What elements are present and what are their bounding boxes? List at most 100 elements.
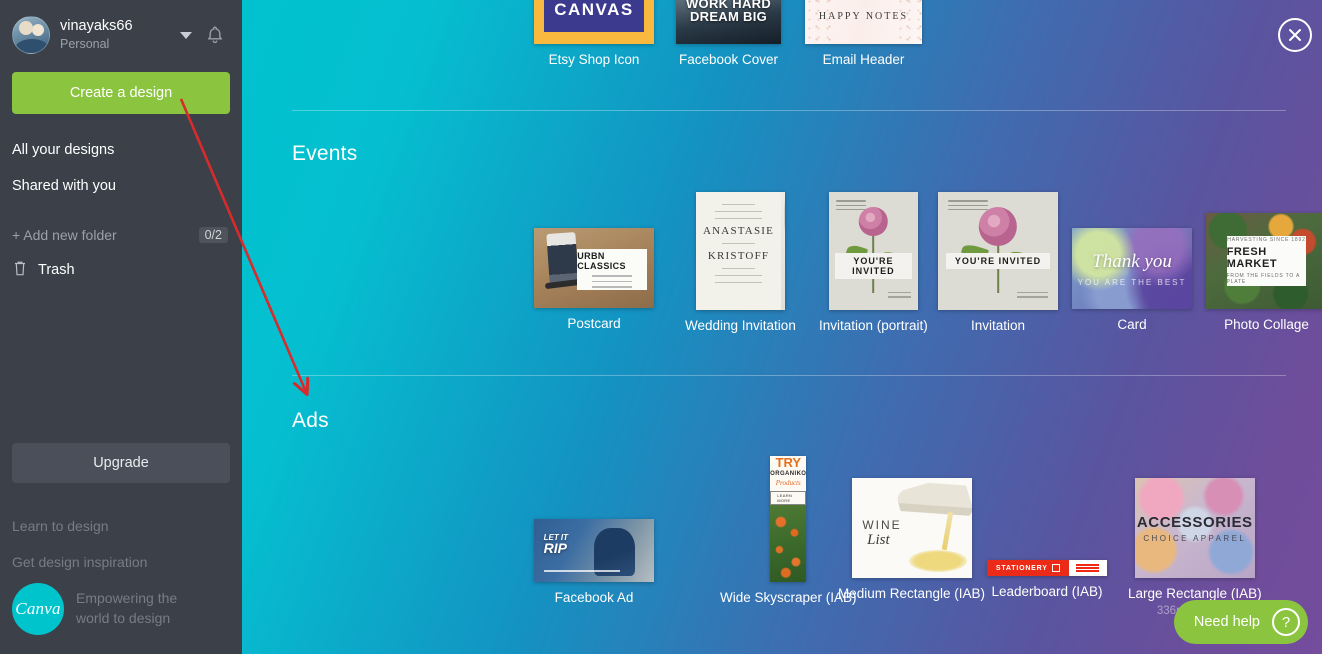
- canva-brand-row: Canva Empowering the world to design: [0, 583, 189, 635]
- wedding-left: ANASTASIE KRISTOFF: [696, 192, 781, 310]
- notification-bell-icon[interactable]: [206, 25, 224, 45]
- question-mark-icon: ?: [1272, 608, 1300, 636]
- wedding-rule: [715, 275, 762, 277]
- link-learn-to-design[interactable]: Learn to design: [0, 508, 242, 544]
- template-tile-facebook-cover[interactable]: WORK HARD DREAM BIG Facebook Cover: [676, 0, 781, 67]
- tile-label: Invitation (portrait): [819, 318, 928, 333]
- wedding-marble-panel: [781, 192, 785, 310]
- close-icon[interactable]: [1278, 18, 1312, 52]
- postcard-rule: [591, 275, 633, 277]
- tile-label: Email Header: [822, 52, 905, 67]
- tile-label: Postcard: [567, 316, 621, 331]
- thumbnail: LET IT RIP: [534, 519, 654, 582]
- template-browser: CANVAS Etsy Shop Icon WORK HARD DREAM BI…: [242, 0, 1322, 654]
- wedding-rule: [722, 268, 755, 270]
- thumb-art-invitation: YOU'RE INVITED: [938, 192, 1058, 310]
- fbcover-line2: DREAM BIG: [689, 9, 768, 24]
- folder-count-badge: 0/2: [198, 227, 228, 243]
- section-divider: [292, 375, 1286, 376]
- add-new-folder-row[interactable]: + Add new folder 0/2: [0, 218, 242, 252]
- collage-bottom-text: FROM THE FIELDS TO A PLATE: [1226, 273, 1300, 285]
- thumb-art-etsy: CANVAS: [534, 0, 654, 44]
- sidebar: vinayaks66 Personal Create a design All …: [0, 0, 242, 654]
- user-account-row[interactable]: vinayaks66 Personal: [0, 0, 242, 58]
- sidebar-item-all-your-designs[interactable]: All your designs: [0, 132, 242, 168]
- wedding-rule: [722, 243, 755, 245]
- tile-label: Wide Skyscraper (IAB): [720, 590, 857, 605]
- create-a-design-button[interactable]: Create a design: [12, 72, 230, 114]
- upgrade-section: Upgrade: [0, 443, 242, 483]
- sky-text-2: ORGANIKO: [770, 471, 807, 477]
- link-get-design-inspiration[interactable]: Get design inspiration: [0, 544, 242, 580]
- template-tile-medium-rectangle[interactable]: WINE List Medium Rectangle (IAB): [838, 478, 985, 601]
- wedding-name-1: ANASTASIE: [703, 225, 775, 238]
- thumbnail: CANVAS: [534, 0, 654, 44]
- template-tile-photo-collage[interactable]: HARVESTING SINCE 1892 FRESH MARKET FROM …: [1206, 213, 1322, 332]
- template-tile-card[interactable]: Thank you YOU ARE THE BEST Card: [1072, 228, 1192, 332]
- template-tile-leaderboard[interactable]: STATIONERY Leaderboard (IAB): [987, 560, 1107, 599]
- sidebar-footer-links: Learn to design Get design inspiration: [0, 508, 242, 580]
- tile-label: Invitation: [970, 318, 1026, 333]
- thumb-art-facebook-ad: LET IT RIP: [534, 519, 654, 582]
- tile-label: Medium Rectangle (IAB): [838, 586, 986, 601]
- rose-footer-lines: [887, 292, 911, 300]
- etsy-plate: CANVAS: [543, 0, 645, 33]
- template-tile-etsy-shop-icon[interactable]: CANVAS Etsy Shop Icon: [534, 0, 654, 67]
- postcard-card: URBN CLASSICS: [577, 248, 647, 291]
- thumbnail: YOU'RE INVITED: [828, 192, 918, 310]
- thumbnail: Thank you YOU ARE THE BEST: [1072, 228, 1192, 309]
- thumbnail: WINE List: [851, 478, 972, 578]
- chevron-down-icon[interactable]: [180, 31, 192, 39]
- user-meta: vinayaks66 Personal: [60, 18, 180, 51]
- leaderboard-white-panel: [1068, 560, 1107, 576]
- thumb-art-large-rectangle: ACCESSORIES CHOICE APPAREL: [1134, 478, 1255, 578]
- wedding-name-2: KRISTOFF: [707, 250, 770, 263]
- leaderboard-red-bar: STATIONERY: [987, 560, 1069, 576]
- thumb-art-email-header: HAPPY NOTES: [805, 0, 922, 44]
- canva-logo-icon: Canva: [12, 583, 64, 635]
- etsy-text: CANVAS: [554, 0, 634, 19]
- template-tile-invitation[interactable]: YOU'RE INVITED Invitation: [938, 192, 1058, 333]
- tile-label: Large Rectangle (IAB): [1128, 586, 1262, 601]
- card-main-text: Thank you: [1092, 250, 1172, 272]
- fbad-figure: [594, 527, 635, 576]
- thumb-art-invitation-portrait: YOU'RE INVITED: [828, 192, 918, 310]
- sky-head: TRY ORGANIKO Products LEARN MORE: [770, 456, 807, 505]
- rose-bloom: [859, 207, 888, 236]
- thumbnail: HARVESTING SINCE 1892 FRESH MARKET FROM …: [1206, 213, 1322, 309]
- wedding-rule: [715, 218, 762, 220]
- template-tile-facebook-ad[interactable]: LET IT RIP Facebook Ad: [534, 519, 654, 605]
- rose-footer-lines: [1017, 292, 1049, 300]
- acc-text-1: ACCESSORIES: [1136, 513, 1253, 531]
- avatar: [12, 16, 50, 54]
- template-tile-large-rectangle[interactable]: ACCESSORIES CHOICE APPAREL Large Rectang…: [1128, 478, 1262, 617]
- postcard-rule: [591, 280, 633, 283]
- need-help-button[interactable]: Need help ?: [1173, 600, 1308, 644]
- wedding-rule: [715, 282, 762, 284]
- thumb-art-wide-skyscraper: TRY ORGANIKO Products LEARN MORE: [770, 456, 807, 582]
- template-tile-wedding-invitation[interactable]: ANASTASIE KRISTOFF Wedding Invitation: [685, 192, 796, 333]
- thumbnail: URBN CLASSICS: [534, 228, 654, 308]
- sky-text-3: Products: [775, 479, 801, 487]
- user-name: vinayaks66: [60, 18, 133, 35]
- sky-text-1: TRY: [775, 456, 802, 470]
- template-tile-wide-skyscraper[interactable]: TRY ORGANIKO Products LEARN MORE Wide Sk…: [720, 456, 857, 605]
- template-tile-email-header[interactable]: HAPPY NOTES Email Header: [805, 0, 922, 67]
- thumbnail: ANASTASIE KRISTOFF: [695, 192, 785, 310]
- leaderboard-mark-icon: [1051, 564, 1060, 572]
- thumb-art-medium-rectangle: WINE List: [851, 478, 972, 578]
- thumb-art-card: Thank you YOU ARE THE BEST: [1072, 228, 1192, 309]
- tile-label: Photo Collage: [1224, 317, 1309, 332]
- thumb-art-wedding-invitation: ANASTASIE KRISTOFF: [695, 192, 785, 310]
- template-tile-invitation-portrait[interactable]: YOU'RE INVITED Invitation (portrait): [819, 192, 928, 333]
- postcard-title: URBN CLASSICS: [577, 251, 626, 272]
- sidebar-item-shared-with-you[interactable]: Shared with you: [0, 168, 242, 204]
- rose-band-text: YOU'RE INVITED: [946, 253, 1050, 270]
- rose-header-lines: [947, 200, 989, 213]
- upgrade-button[interactable]: Upgrade: [12, 443, 230, 483]
- thumbnail: STATIONERY: [987, 560, 1107, 576]
- sidebar-nav: All your designs Shared with you + Add n…: [0, 132, 242, 288]
- sidebar-item-trash[interactable]: Trash: [0, 252, 242, 288]
- template-tile-postcard[interactable]: URBN CLASSICS Postcard: [534, 228, 654, 331]
- thumbnail: YOU'RE INVITED: [938, 192, 1058, 310]
